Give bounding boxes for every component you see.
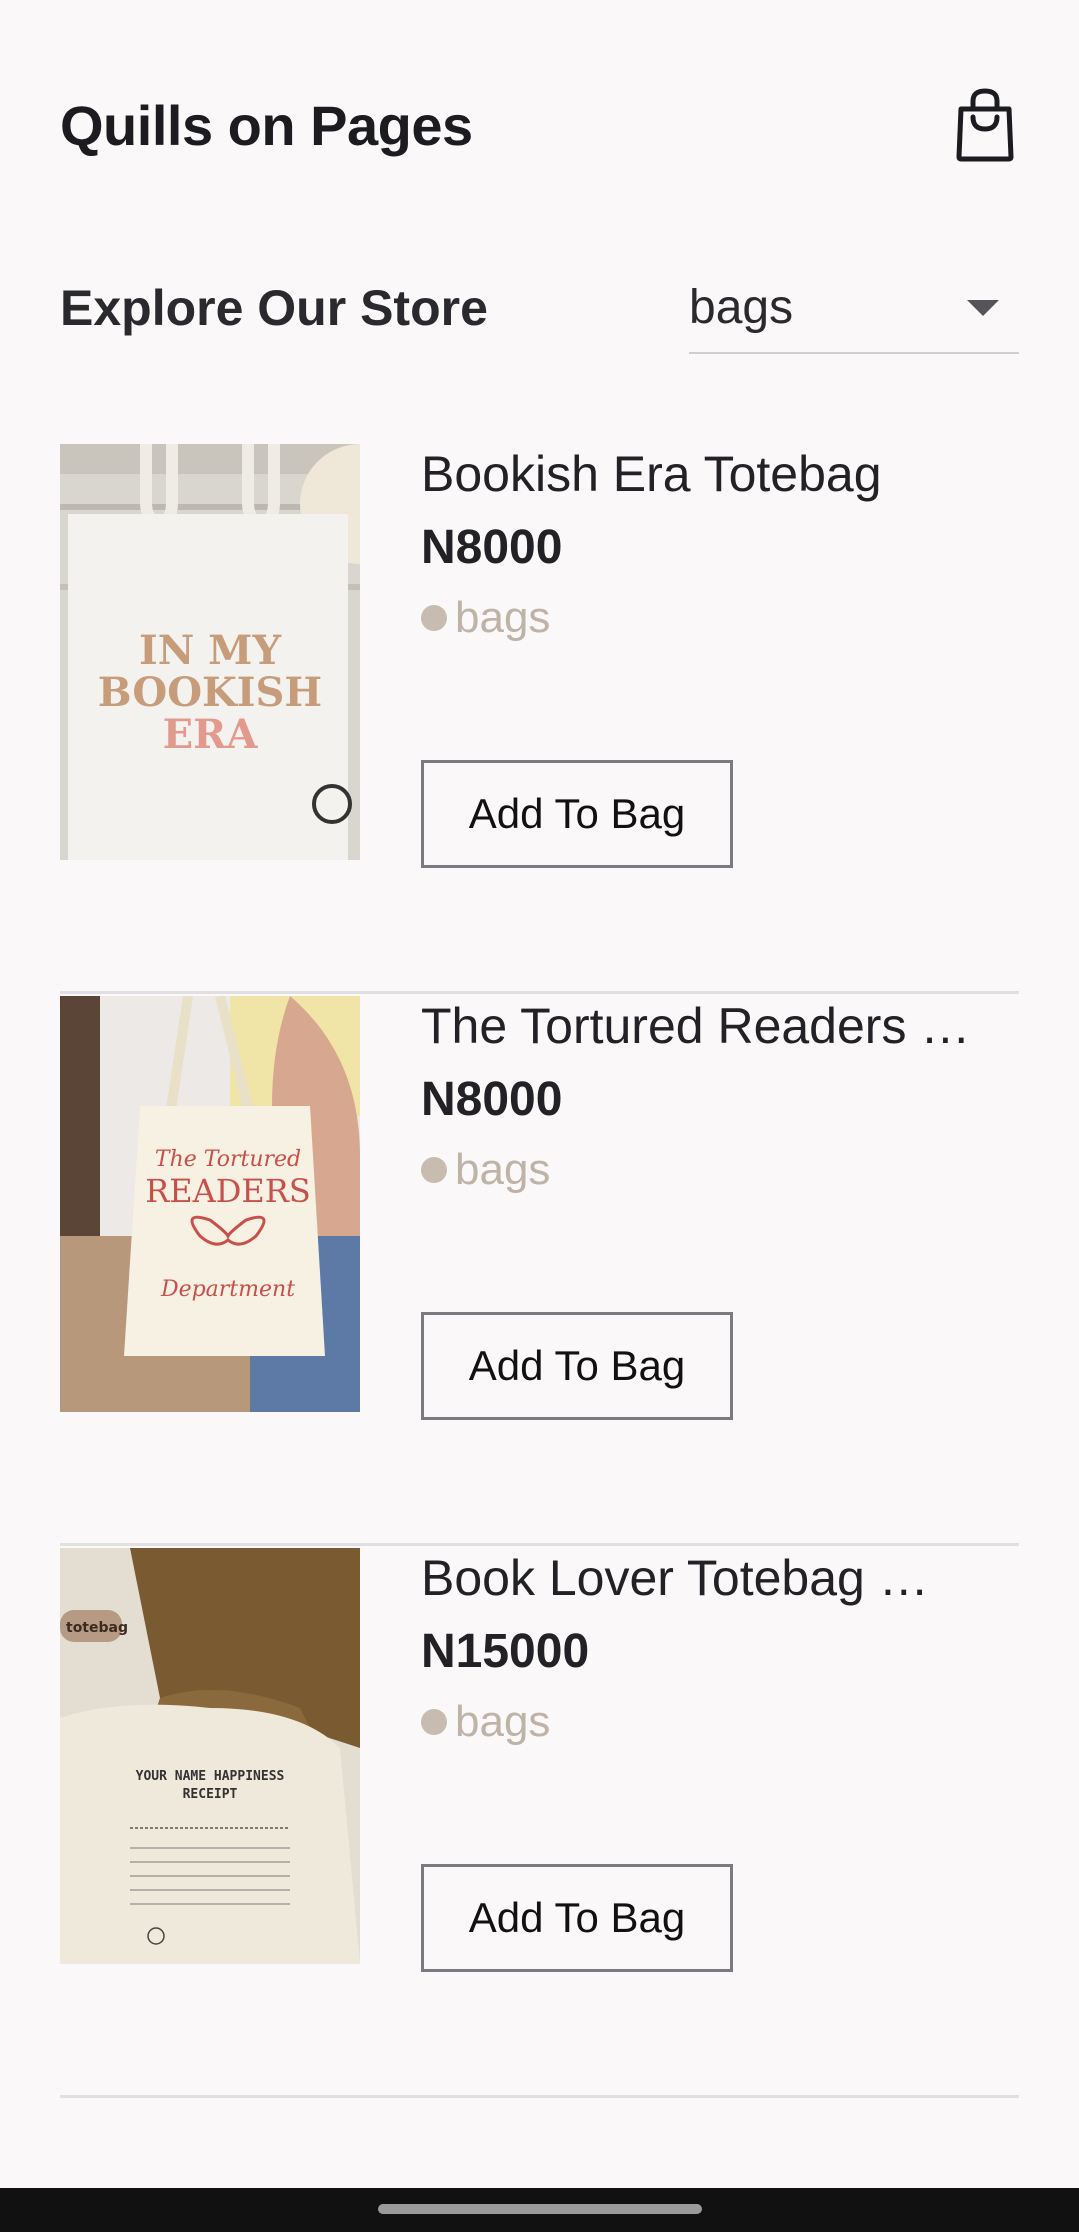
image-text: The Tortured xyxy=(155,1147,301,1172)
product-name: Bookish Era Totebag xyxy=(421,446,882,502)
category-dropdown-value: bags xyxy=(689,280,794,334)
image-text: IN MY xyxy=(139,627,281,674)
product-category: bags xyxy=(421,1692,1019,1752)
explore-title: Explore Our Store xyxy=(60,280,488,336)
category-label: bags xyxy=(455,1145,551,1194)
product-image: The Tortured READERS Department xyxy=(60,996,360,1412)
image-text: ERA xyxy=(163,711,259,758)
add-to-bag-button[interactable]: Add To Bag xyxy=(421,1312,733,1420)
system-navigation-bar xyxy=(0,2188,1079,2232)
category-dropdown[interactable]: bags xyxy=(689,262,1019,354)
product-category: bags xyxy=(421,588,1019,648)
product-info: The Tortured Readers … N8000 bags xyxy=(421,996,1019,1200)
shopping-bag-icon xyxy=(956,88,1014,162)
product-list: IN MY BOOKISH ERA Bookish Era Totebag N8… xyxy=(60,444,1019,2098)
image-text: totebag xyxy=(66,1620,128,1636)
image-text: BOOKISH xyxy=(98,669,322,716)
product-price: N8000 xyxy=(421,1073,563,1126)
dropdown-arrow-icon xyxy=(967,300,999,316)
category-label: bags xyxy=(455,593,551,642)
product-image: IN MY BOOKISH ERA xyxy=(60,444,360,860)
image-text: RECEIPT xyxy=(183,1787,238,1802)
product-price: N8000 xyxy=(421,521,563,574)
category-dot-icon xyxy=(421,1709,447,1735)
image-text: READERS xyxy=(145,1172,311,1210)
cart-button[interactable] xyxy=(951,85,1019,165)
product-item[interactable]: The Tortured READERS Department The Tort… xyxy=(60,996,1019,1546)
explore-section: Explore Our Store bags xyxy=(60,262,1019,354)
product-image: totebag YOUR NAME HAPPINESS RECEIPT xyxy=(60,1548,360,1964)
product-item[interactable]: totebag YOUR NAME HAPPINESS RECEIPT Book… xyxy=(60,1548,1019,2098)
category-dot-icon xyxy=(421,1157,447,1183)
image-text: Department xyxy=(160,1277,295,1302)
app-header: Quills on Pages xyxy=(60,80,1019,170)
image-text: YOUR NAME HAPPINESS xyxy=(136,1769,285,1784)
product-item[interactable]: IN MY BOOKISH ERA Bookish Era Totebag N8… xyxy=(60,444,1019,994)
product-price: N15000 xyxy=(421,1625,590,1678)
app-title: Quills on Pages xyxy=(60,93,473,157)
category-dot-icon xyxy=(421,605,447,631)
add-to-bag-button[interactable]: Add To Bag xyxy=(421,760,733,868)
product-info: Bookish Era Totebag N8000 bags xyxy=(421,444,1019,648)
product-category: bags xyxy=(421,1140,1019,1200)
gesture-handle[interactable] xyxy=(378,2204,702,2214)
product-info: Book Lover Totebag … N15000 bags xyxy=(421,1548,1019,1752)
product-name: Book Lover Totebag … xyxy=(421,1550,929,1606)
product-name: The Tortured Readers … xyxy=(421,998,971,1054)
category-label: bags xyxy=(455,1697,551,1746)
add-to-bag-button[interactable]: Add To Bag xyxy=(421,1864,733,1972)
